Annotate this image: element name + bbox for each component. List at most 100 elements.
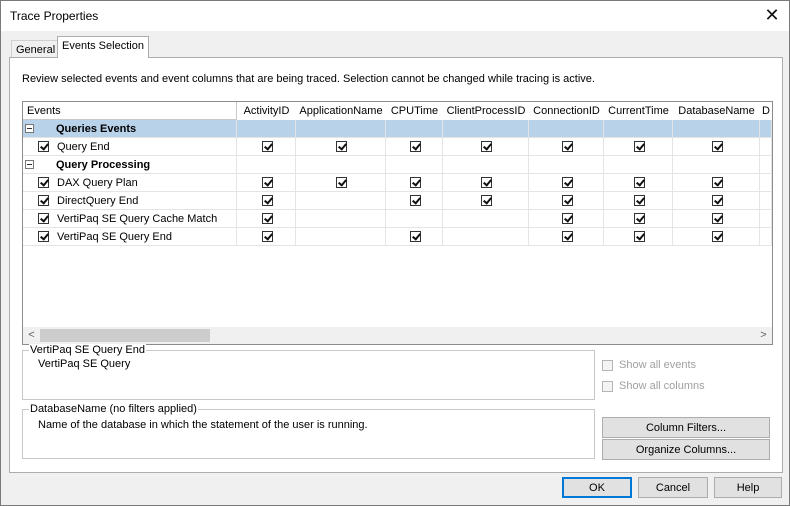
close-icon[interactable]: ✕ [755, 1, 789, 31]
check-cell[interactable] [296, 228, 386, 246]
column-checkbox[interactable] [481, 177, 492, 188]
check-cell[interactable] [296, 210, 386, 228]
check-cell[interactable] [237, 120, 296, 138]
column-checkbox[interactable] [712, 231, 723, 242]
column-checkbox[interactable] [712, 195, 723, 206]
column-checkbox[interactable] [634, 231, 645, 242]
column-header[interactable]: ActivityID [237, 102, 297, 121]
column-checkbox[interactable] [562, 231, 573, 242]
event-row[interactable]: DirectQuery End [23, 192, 772, 210]
check-cell[interactable] [760, 228, 772, 246]
event-row[interactable]: VertiPaq SE Query Cache Match [23, 210, 772, 228]
column-header[interactable]: DatabaseName [673, 102, 761, 121]
column-header[interactable]: CurrentTime [604, 102, 674, 121]
column-checkbox[interactable] [634, 213, 645, 224]
column-checkbox[interactable] [712, 141, 723, 152]
column-checkbox[interactable] [410, 195, 421, 206]
event-label: VertiPaq SE Query End [57, 231, 172, 243]
scroll-left-icon[interactable]: < [23, 327, 40, 344]
check-cell[interactable] [386, 156, 443, 174]
check-cell[interactable] [386, 210, 443, 228]
event-name-cell[interactable] [23, 138, 237, 156]
show-all-events-checkbox[interactable] [602, 360, 613, 371]
column-checkbox[interactable] [562, 213, 573, 224]
column-checkbox[interactable] [562, 141, 573, 152]
column-checkbox[interactable] [410, 177, 421, 188]
check-cell[interactable] [760, 156, 772, 174]
check-cell[interactable] [529, 120, 604, 138]
column-checkbox[interactable] [262, 231, 273, 242]
column-filters-button[interactable]: Column Filters... [602, 417, 770, 438]
column-header[interactable]: Events [23, 102, 237, 120]
check-cell[interactable] [604, 120, 673, 138]
check-cell[interactable] [760, 138, 772, 156]
column-checkbox[interactable] [562, 195, 573, 206]
help-button[interactable]: Help [714, 477, 782, 498]
check-cell[interactable] [386, 120, 443, 138]
check-cell[interactable] [604, 156, 673, 174]
check-cell[interactable] [760, 210, 772, 228]
column-checkbox[interactable] [410, 141, 421, 152]
check-cell[interactable] [673, 120, 760, 138]
collapse-icon[interactable] [25, 160, 34, 169]
check-cell[interactable] [443, 228, 529, 246]
event-checkbox[interactable] [38, 177, 49, 188]
column-header[interactable]: ClientProcessID [443, 102, 530, 121]
title-bar: Trace Properties ✕ [1, 1, 789, 31]
column-checkbox[interactable] [262, 195, 273, 206]
column-checkbox[interactable] [262, 177, 273, 188]
column-checkbox[interactable] [262, 213, 273, 224]
check-cell[interactable] [443, 156, 529, 174]
column-checkbox[interactable] [634, 195, 645, 206]
tab-events-selection[interactable]: Events Selection [57, 36, 149, 58]
check-cell[interactable] [443, 120, 529, 138]
event-checkbox[interactable] [38, 195, 49, 206]
column-header[interactable]: ApplicationName [296, 102, 387, 121]
check-cell[interactable] [760, 120, 772, 138]
horizontal-scrollbar[interactable]: < > [23, 327, 772, 344]
column-checkbox[interactable] [481, 141, 492, 152]
check-cell[interactable] [443, 210, 529, 228]
event-row[interactable]: VertiPaq SE Query End [23, 228, 772, 246]
event-row[interactable]: DAX Query Plan [23, 174, 772, 192]
column-checkbox[interactable] [262, 141, 273, 152]
check-cell[interactable] [296, 156, 386, 174]
tab-general[interactable]: General [11, 40, 61, 58]
scroll-right-icon[interactable]: > [755, 327, 772, 344]
organize-columns-button[interactable]: Organize Columns... [602, 439, 770, 460]
event-checkbox[interactable] [38, 141, 49, 152]
check-cell[interactable] [296, 192, 386, 210]
check-cell[interactable] [760, 174, 772, 192]
cancel-button[interactable]: Cancel [638, 477, 708, 498]
show-all-columns-checkbox[interactable] [602, 381, 613, 392]
column-checkbox[interactable] [634, 141, 645, 152]
ok-button[interactable]: OK [562, 477, 632, 498]
column-header[interactable]: D [760, 102, 772, 121]
column-checkbox[interactable] [712, 177, 723, 188]
category-row[interactable]: Query Processing [23, 156, 772, 174]
events-selection-page: Review selected events and event columns… [9, 57, 783, 473]
event-label: DAX Query Plan [57, 177, 138, 189]
column-checkbox[interactable] [634, 177, 645, 188]
check-cell[interactable] [673, 156, 760, 174]
event-info-text: VertiPaq SE Query [38, 358, 131, 370]
category-row[interactable]: Queries Events [23, 120, 772, 138]
event-checkbox[interactable] [38, 213, 49, 224]
column-checkbox[interactable] [336, 141, 347, 152]
column-checkbox[interactable] [410, 231, 421, 242]
collapse-icon[interactable] [25, 124, 34, 133]
column-checkbox[interactable] [481, 195, 492, 206]
event-checkbox[interactable] [38, 231, 49, 242]
check-cell[interactable] [760, 192, 772, 210]
column-checkbox[interactable] [712, 213, 723, 224]
column-checkbox[interactable] [562, 177, 573, 188]
check-cell[interactable] [529, 156, 604, 174]
check-cell[interactable] [296, 120, 386, 138]
scroll-thumb[interactable] [40, 329, 210, 342]
check-cell[interactable] [237, 156, 296, 174]
column-checkbox[interactable] [336, 177, 347, 188]
event-row[interactable]: Query End [23, 138, 772, 156]
column-header[interactable]: CPUTime [386, 102, 444, 121]
column-header[interactable]: ConnectionID [529, 102, 605, 121]
events-grid[interactable]: < > Events ActivityID ApplicationName CPUTi… [22, 101, 773, 345]
